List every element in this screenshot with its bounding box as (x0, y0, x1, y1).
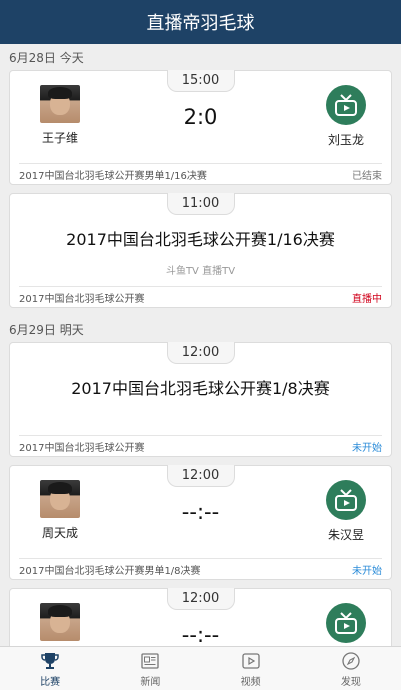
tab-video[interactable]: 视频 (201, 647, 301, 690)
match-list[interactable]: 6月28日 今天 15:00 王子维 2:0 刘玉龙 2017中国台北羽毛球公开… (0, 44, 401, 646)
player-left-name: 王子维 (41, 131, 78, 145)
tab-label: 比赛 (40, 677, 61, 688)
news-icon (141, 653, 160, 669)
tab-label: 视频 (240, 677, 261, 688)
video-icon (241, 653, 260, 669)
player-right-name: 刘玉龙 (327, 133, 364, 147)
tab-discover[interactable]: 发现 (301, 647, 401, 690)
match-time: 11:00 (166, 193, 235, 215)
match-card[interactable]: 15:00 王子维 2:0 刘玉龙 2017中国台北羽毛球公开赛男单1/16决赛… (9, 70, 392, 185)
status-badge: 已结束 (352, 170, 382, 182)
tab-news[interactable]: 新闻 (100, 647, 200, 690)
status-badge: 未开始 (352, 442, 382, 454)
match-time: 12:00 (166, 342, 235, 364)
tv-logo-icon (326, 603, 366, 643)
date-header-tomorrow: 6月29日 明天 (9, 323, 84, 337)
match-footer: 2017中国台北羽毛球公开赛 直播中 (19, 286, 382, 307)
live-channels[interactable]: 斗鱼TV 直播TV (10, 262, 391, 277)
player-right (316, 603, 376, 643)
tab-label: 发现 (340, 677, 361, 688)
player-right: 朱汉昱 (316, 480, 376, 543)
app-header: 直播帝羽毛球 (0, 0, 401, 44)
match-card[interactable]: 12:00 周天成 --:-- 朱汉昱 2017中国台北羽毛球公开赛男单1/8决… (9, 465, 392, 580)
player-right-name: 朱汉昱 (327, 528, 364, 542)
match-footer: 2017中国台北羽毛球公开赛 未开始 (19, 435, 382, 456)
status-badge: 直播中 (352, 293, 382, 305)
tournament-name: 2017中国台北羽毛球公开赛 (19, 293, 145, 305)
event-title: 2017中国台北羽毛球公开赛1/8决赛 (71, 379, 330, 398)
bottom-tab-bar: 比赛 新闻 视频 发现 (0, 646, 401, 690)
app-title: 直播帝羽毛球 (146, 13, 255, 34)
tab-matches[interactable]: 比赛 (0, 647, 100, 690)
tv-logo-icon (326, 85, 366, 125)
player-right: 刘玉龙 (316, 85, 376, 148)
tournament-round: 2017中国台北羽毛球公开赛男单1/8决赛 (19, 565, 201, 577)
tournament-name: 2017中国台北羽毛球公开赛 (19, 442, 145, 454)
match-footer: 2017中国台北羽毛球公开赛男单1/16决赛 已结束 (19, 163, 382, 184)
tournament-round: 2017中国台北羽毛球公开赛男单1/16决赛 (19, 170, 207, 182)
match-footer: 2017中国台北羽毛球公开赛男单1/8决赛 未开始 (19, 558, 382, 579)
match-card[interactable]: 11:00 2017中国台北羽毛球公开赛1/16决赛 斗鱼TV 直播TV 201… (9, 193, 392, 308)
compass-icon (342, 652, 360, 670)
tab-label: 新闻 (140, 677, 161, 688)
status-badge: 未开始 (352, 565, 382, 577)
player-left-name: 周天成 (41, 526, 78, 540)
trophy-icon (41, 653, 59, 669)
match-card[interactable]: 12:00 2017中国台北羽毛球公开赛1/8决赛 2017中国台北羽毛球公开赛… (9, 342, 392, 457)
match-card[interactable]: 12:00 --:-- (9, 588, 392, 646)
tv-logo-icon (326, 480, 366, 520)
date-header-today: 6月28日 今天 (9, 51, 84, 65)
event-title: 2017中国台北羽毛球公开赛1/16决赛 (66, 230, 335, 249)
